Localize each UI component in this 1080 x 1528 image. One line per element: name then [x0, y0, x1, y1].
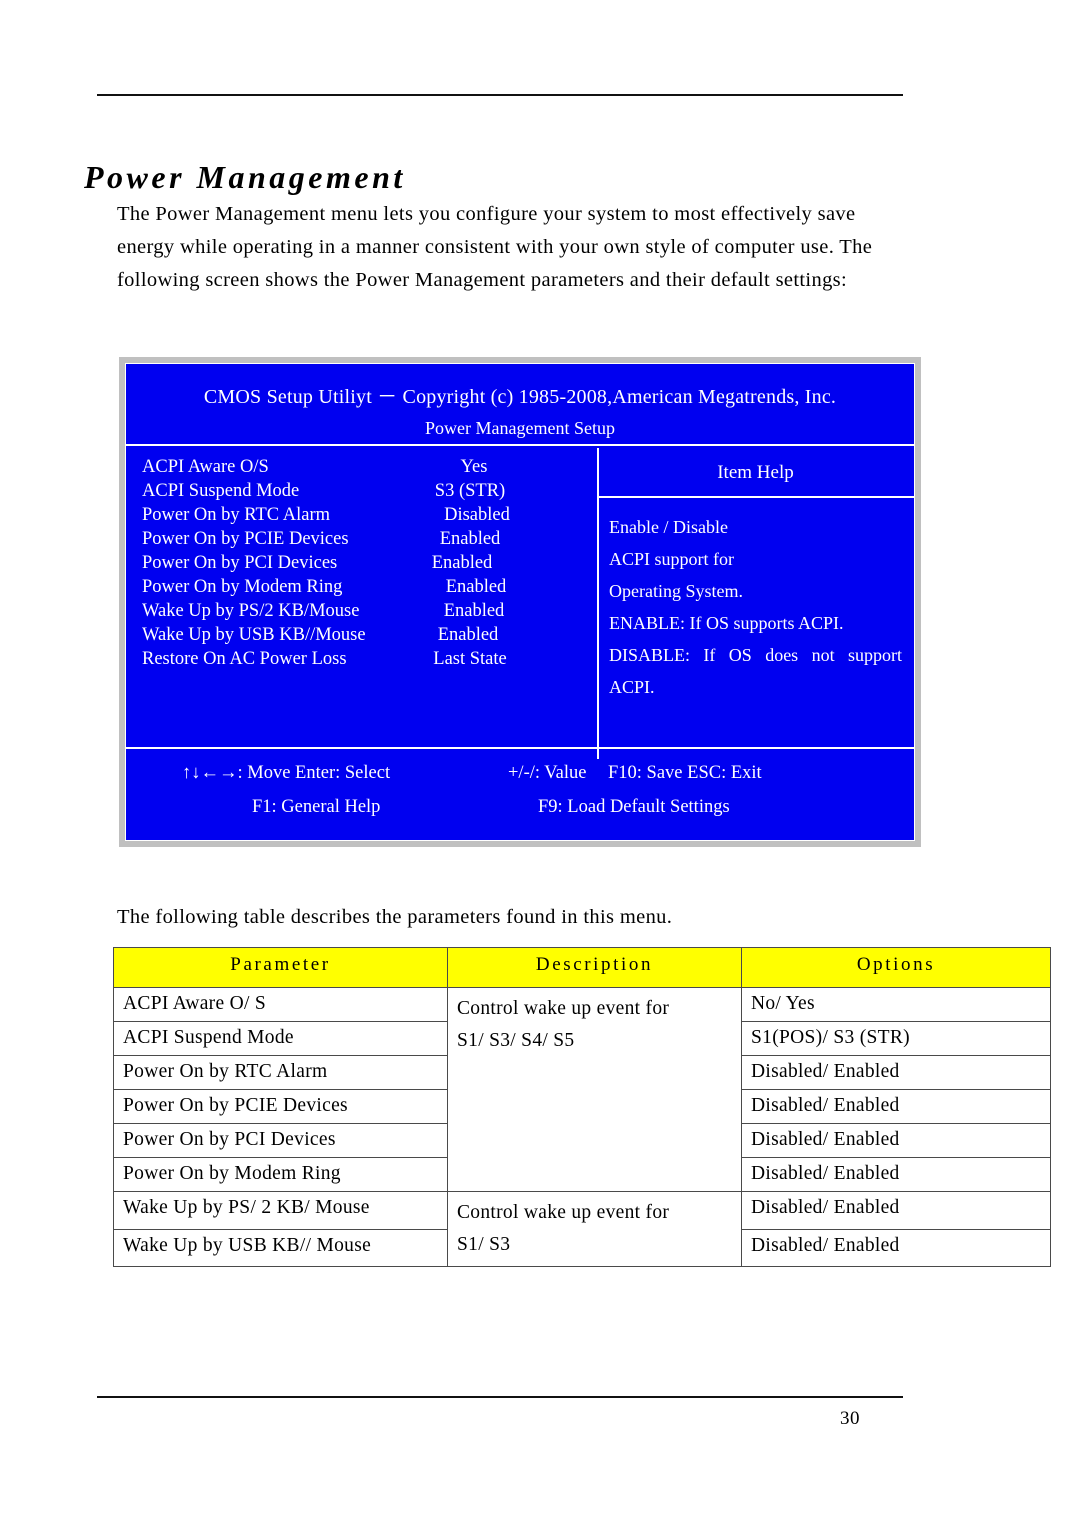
bios-item-help-panel: Item Help Enable / Disable ACPI support … — [597, 448, 914, 759]
cell-parameter: Power On by PCIE Devices — [113, 1089, 448, 1124]
setting-value[interactable]: Enabled — [388, 625, 548, 646]
bios-setting-power-on-modem-ring[interactable]: Power On by Modem Ring Enabled — [142, 577, 597, 601]
bios-key-legend-row-1: ↑↓←→: Move Enter: Select +/-/: Value F10… — [126, 763, 914, 797]
description-line: Control wake up event for — [457, 998, 670, 1019]
column-header-parameter: Parameter — [113, 947, 448, 988]
table-header-row: Parameter Description Options — [113, 947, 1051, 988]
bios-setting-power-on-rtc-alarm[interactable]: Power On by RTC Alarm Disabled — [142, 505, 597, 529]
cell-parameter: ACPI Suspend Mode — [113, 1021, 448, 1056]
cell-options: S1(POS)/ S3 (STR) — [741, 1021, 1051, 1056]
bios-key-legend: ↑↓←→: Move Enter: Select +/-/: Value F10… — [126, 747, 914, 840]
cell-parameter: Wake Up by PS/ 2 KB/ Mouse — [113, 1191, 448, 1230]
cell-parameter: Power On by PCI Devices — [113, 1123, 448, 1158]
table-intro-paragraph: The following table describes the parame… — [117, 880, 917, 954]
bios-screenshot-figure: CMOS Setup Utiliyt － Copyright (c) 1985-… — [119, 357, 921, 847]
cell-options: Disabled/ Enabled — [741, 1191, 1051, 1230]
setting-label: Wake Up by USB KB//Mouse — [142, 625, 366, 645]
column-header-options: Options — [741, 947, 1051, 988]
setting-label: ACPI Suspend Mode — [142, 481, 300, 501]
setting-value[interactable]: Enabled — [396, 577, 556, 598]
bios-setting-restore-on-ac-power-loss[interactable]: Restore On AC Power Loss Last State — [142, 649, 597, 673]
bios-utility-title: CMOS Setup Utiliyt － Copyright (c) 1985-… — [203, 386, 837, 408]
bios-setting-wake-up-usb-kb-mouse[interactable]: Wake Up by USB KB//Mouse Enabled — [142, 625, 597, 649]
setting-label: Power On by PCI Devices — [142, 553, 338, 573]
description-line: S1/ S3 — [457, 1234, 511, 1255]
column-header-description: Description — [447, 947, 742, 988]
bios-setting-acpi-aware-os[interactable]: ACPI Aware O/S Yes — [142, 457, 597, 481]
item-help-title: Item Help — [597, 448, 914, 498]
setting-value[interactable]: Last State — [390, 649, 550, 670]
cell-options: Disabled/ Enabled — [741, 1055, 1051, 1090]
bios-menu-title: Power Management Setup — [425, 418, 615, 438]
cell-options: Disabled/ Enabled — [741, 1089, 1051, 1124]
item-help-line: Operating System. — [609, 581, 743, 601]
setting-label: Restore On AC Power Loss — [142, 649, 347, 669]
intro-text: The Power Management menu lets you confi… — [117, 203, 873, 291]
parameter-table: Parameter Description Options ACPI Aware… — [113, 947, 1051, 1267]
cell-parameter: ACPI Aware O/ S — [113, 987, 448, 1022]
cell-options: Disabled/ Enabled — [741, 1228, 1051, 1267]
cell-options: Disabled/ Enabled — [741, 1123, 1051, 1158]
cell-options: No/ Yes — [741, 987, 1051, 1022]
item-help-line: ACPI support for — [609, 549, 734, 569]
table-header: Parameter Description Options — [113, 947, 1051, 988]
setting-value[interactable]: Enabled — [382, 553, 542, 574]
setting-value[interactable]: Enabled — [390, 529, 550, 550]
cell-options: Disabled/ Enabled — [741, 1157, 1051, 1192]
cell-description: Control wake up event for S1/ S3/ S4/ S5 — [447, 987, 742, 1192]
setting-label: Wake Up by PS/2 KB/Mouse — [142, 601, 360, 621]
bios-settings-list: ACPI Aware O/S Yes ACPI Suspend Mode S3 … — [126, 448, 599, 759]
intro-paragraph: The Power Management menu lets you confi… — [117, 198, 877, 297]
setting-value[interactable]: Yes — [394, 457, 554, 478]
setting-label: ACPI Aware O/S — [142, 457, 269, 477]
table-row: Wake Up by PS/ 2 KB/ Mouse Control wake … — [113, 1191, 1051, 1267]
cell-parameter: Power On by Modem Ring — [113, 1157, 448, 1192]
item-help-line: ENABLE: If OS supports ACPI. — [609, 613, 844, 633]
table-row: ACPI Aware O/ S Control wake up event fo… — [113, 987, 1051, 1192]
setting-value[interactable]: Enabled — [394, 601, 554, 622]
item-help-line: Enable / Disable — [609, 517, 728, 537]
page-number: 30 — [840, 1408, 860, 1429]
bios-screen: CMOS Setup Utiliyt － Copyright (c) 1985-… — [125, 363, 915, 841]
setting-label: Power On by RTC Alarm — [142, 505, 330, 525]
item-help-line: DISABLE: If OS does not support — [609, 645, 902, 665]
item-help-line: ACPI. — [609, 677, 655, 697]
key-hint-save-exit: F10: Save ESC: Exit — [608, 763, 762, 783]
bios-body: ACPI Aware O/S Yes ACPI Suspend Mode S3 … — [126, 448, 914, 759]
description-line: Control wake up event for — [457, 1202, 670, 1223]
page-title: Power Management — [84, 159, 406, 196]
setting-value[interactable]: Disabled — [397, 505, 557, 526]
key-hint-move-select: ↑↓←→: Move Enter: Select — [182, 763, 391, 783]
key-hint-load-defaults: F9: Load Default Settings — [538, 797, 730, 817]
bios-title-block: CMOS Setup Utiliyt － Copyright (c) 1985-… — [126, 364, 914, 446]
bios-setting-power-on-pcie-devices[interactable]: Power On by PCIE Devices Enabled — [142, 529, 597, 553]
bios-setting-power-on-pci-devices[interactable]: Power On by PCI Devices Enabled — [142, 553, 597, 577]
setting-label: Power On by PCIE Devices — [142, 529, 349, 549]
key-hint-value: +/-/: Value — [508, 763, 587, 783]
description-line: S1/ S3/ S4/ S5 — [457, 1030, 575, 1051]
table-intro-text: The following table describes the parame… — [117, 905, 673, 928]
bios-setting-acpi-suspend-mode[interactable]: ACPI Suspend Mode S3 (STR) — [142, 481, 597, 505]
setting-value[interactable]: S3 (STR) — [390, 481, 550, 502]
bios-setting-wake-up-ps2-kb-mouse[interactable]: Wake Up by PS/2 KB/Mouse Enabled — [142, 601, 597, 625]
page-header-rule — [97, 94, 903, 96]
bios-key-legend-row-2: F1: General Help F9: Load Default Settin… — [126, 797, 914, 831]
cell-description: Control wake up event for S1/ S3 — [447, 1191, 742, 1267]
item-help-body: Enable / Disable ACPI support for Operat… — [597, 498, 914, 703]
key-hint-general-help: F1: General Help — [252, 797, 381, 817]
page-footer-rule — [97, 1396, 903, 1398]
cell-parameter: Wake Up by USB KB// Mouse — [113, 1228, 448, 1267]
table-body: ACPI Aware O/ S Control wake up event fo… — [113, 987, 1051, 1267]
cell-parameter: Power On by RTC Alarm — [113, 1055, 448, 1090]
setting-label: Power On by Modem Ring — [142, 577, 343, 597]
